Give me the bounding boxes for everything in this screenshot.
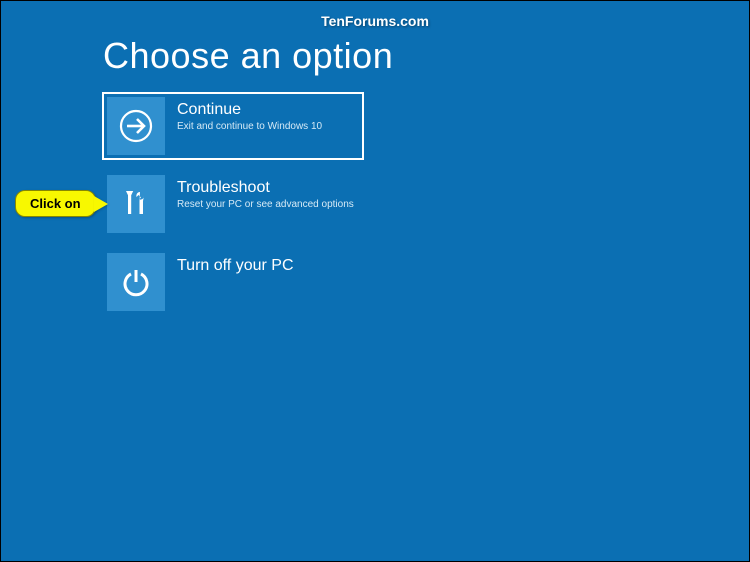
option-continue[interactable]: Continue Exit and continue to Windows 10: [103, 93, 363, 159]
option-turn-off[interactable]: Turn off your PC: [103, 249, 363, 315]
option-desc: Reset your PC or see advanced options: [177, 199, 354, 211]
arrow-right-icon: [107, 97, 165, 155]
option-text: Continue Exit and continue to Windows 10: [177, 97, 322, 133]
callout-annotation: Click on: [15, 190, 108, 217]
callout-arrow-icon: [94, 196, 108, 212]
page-title: Choose an option: [103, 35, 393, 77]
option-desc: Exit and continue to Windows 10: [177, 121, 322, 133]
options-list: Continue Exit and continue to Windows 10…: [103, 93, 363, 327]
option-title: Continue: [177, 101, 322, 119]
callout-label: Click on: [15, 190, 96, 217]
watermark-text: TenForums.com: [321, 13, 429, 29]
tools-icon: [107, 175, 165, 233]
option-title: Turn off your PC: [177, 257, 294, 275]
option-troubleshoot[interactable]: Troubleshoot Reset your PC or see advanc…: [103, 171, 363, 237]
option-text: Troubleshoot Reset your PC or see advanc…: [177, 175, 354, 211]
option-title: Troubleshoot: [177, 179, 354, 197]
option-text: Turn off your PC: [177, 253, 294, 277]
power-icon: [107, 253, 165, 311]
